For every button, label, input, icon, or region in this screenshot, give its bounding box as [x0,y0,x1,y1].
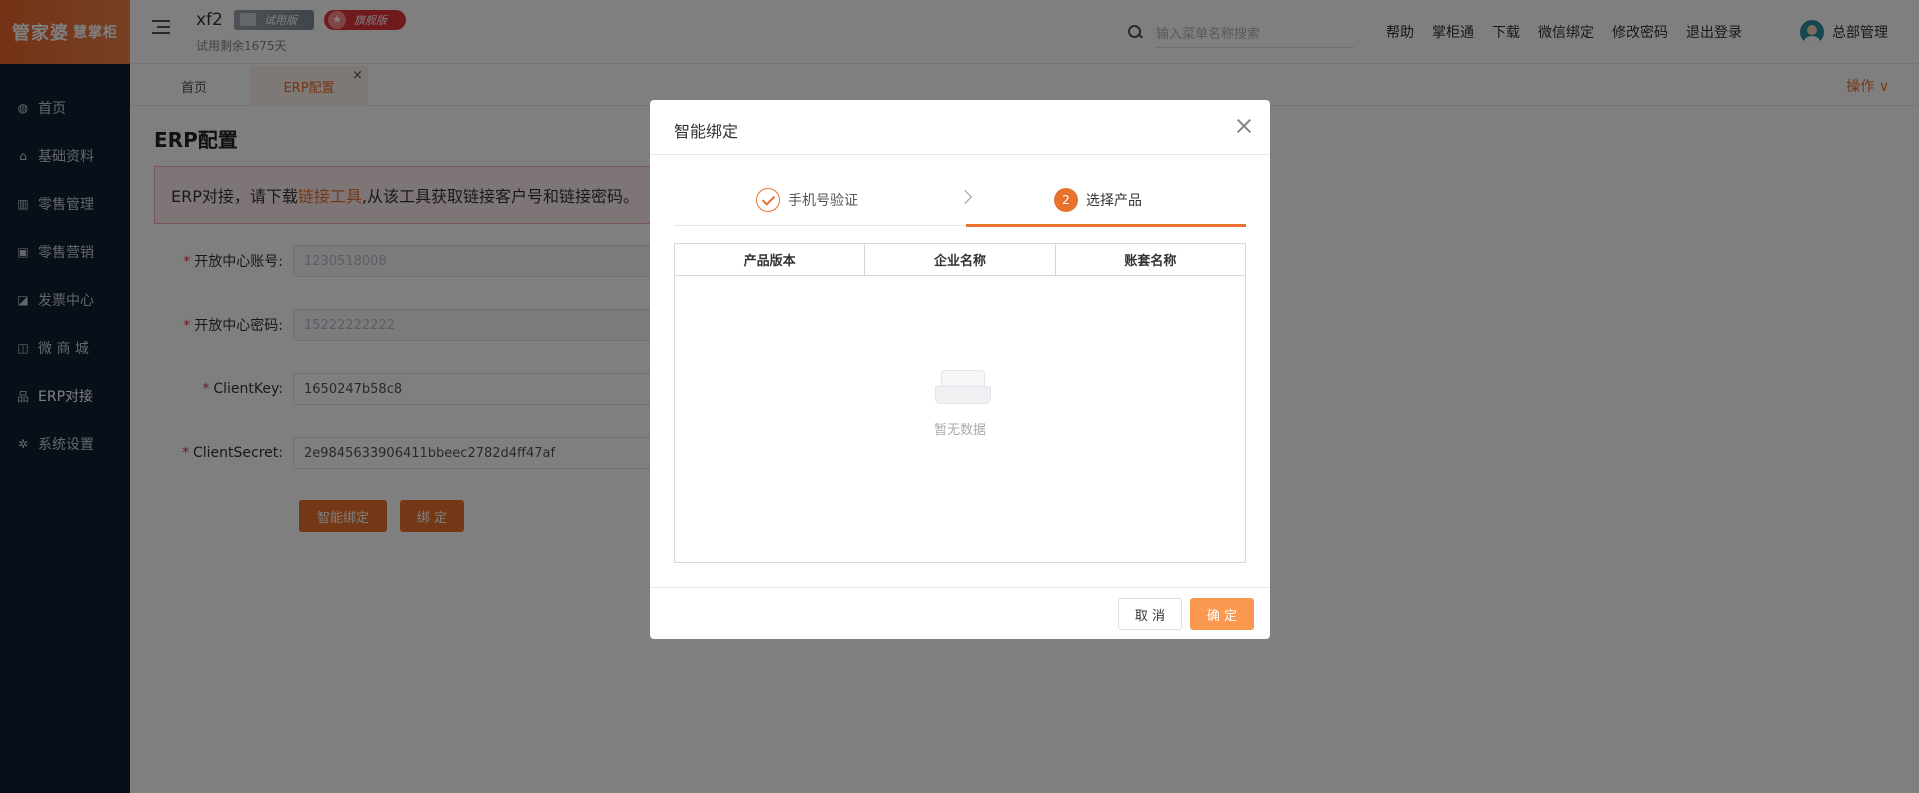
step-label: 手机号验证 [788,193,858,209]
divider [650,587,1270,588]
table-header: 产品版本 企业名称 账套名称 [675,244,1245,276]
steps: 手机号验证 2 选择产品 [674,180,1246,227]
empty-state: 暂无数据 [675,276,1245,562]
check-icon [756,188,780,212]
confirm-button[interactable]: 确 定 [1190,598,1254,630]
product-table: 产品版本 企业名称 账套名称 暂无数据 [674,243,1246,563]
column-product-version: 产品版本 [675,244,866,275]
dialog-title: 智能绑定 [674,122,739,141]
step-select-product: 2 选择产品 [1054,188,1142,212]
column-account-set-name: 账套名称 [1124,254,1177,269]
chevron-right-icon [957,189,973,205]
active-step-indicator [966,224,1246,227]
cancel-button[interactable]: 取 消 [1118,598,1182,630]
empty-text: 暂无数据 [933,423,986,438]
step-number: 2 [1054,188,1078,212]
empty-box-icon [935,366,991,406]
divider [650,154,1270,155]
step-phone-verify: 手机号验证 [756,188,858,212]
close-icon[interactable] [1236,118,1252,134]
smart-bind-dialog: 智能绑定 手机号验证 2 选择产品 产品版本 企业名称 账套名称 暂无数据 取 … [650,100,1270,639]
step-label: 选择产品 [1086,193,1142,209]
column-company-name: 企业名称 [865,244,1056,275]
